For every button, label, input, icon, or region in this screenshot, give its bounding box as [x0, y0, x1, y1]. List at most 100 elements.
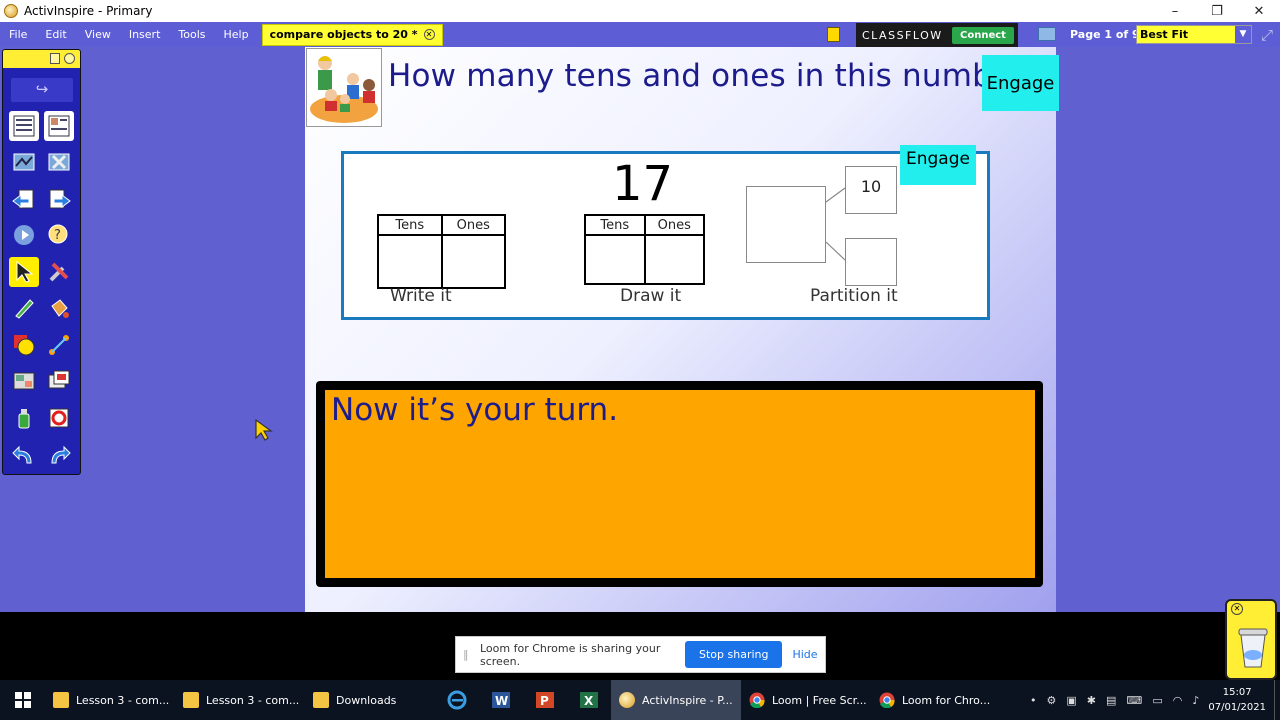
next-page-icon[interactable] [44, 185, 74, 215]
page-browser-icon[interactable] [1038, 27, 1056, 41]
folder-icon [313, 692, 329, 708]
eraser-spray-icon[interactable] [9, 403, 39, 433]
taskbar-edge[interactable] [435, 680, 479, 720]
toolbox-header[interactable] [3, 50, 80, 68]
close-tab-icon[interactable]: ✕ [423, 29, 435, 40]
share-icon[interactable]: ↪ [11, 78, 73, 102]
taskbar: Lesson 3 - com... Lesson 3 - com... Down… [0, 680, 1280, 720]
minimize-toolbox-icon[interactable] [64, 53, 75, 64]
desktop-annotate-icon[interactable] [9, 147, 39, 177]
select-pointer-icon[interactable] [9, 257, 39, 287]
pen-icon[interactable] [9, 293, 39, 323]
chrome-icon [879, 692, 895, 708]
stop-sharing-button[interactable]: Stop sharing [685, 641, 783, 668]
battery-icon[interactable]: ▭ [1152, 694, 1162, 707]
folder-icon [183, 692, 199, 708]
shape-icon[interactable] [9, 330, 39, 360]
powerpoint-icon: P [536, 692, 554, 708]
close-button[interactable]: ✕ [1238, 0, 1280, 22]
fill-bucket-icon[interactable] [44, 293, 74, 323]
tens-cell [379, 236, 441, 287]
tools-settings-icon[interactable] [44, 147, 74, 177]
menu-tools[interactable]: Tools [169, 22, 214, 47]
connector-icon[interactable] [44, 330, 74, 360]
trash-can-panel[interactable]: ✕ [1225, 599, 1277, 680]
menu-view[interactable]: View [76, 22, 120, 47]
bluetooth-icon[interactable]: ✱ [1087, 694, 1096, 707]
windows-icon [14, 692, 31, 708]
close-trash-icon[interactable]: ✕ [1231, 603, 1243, 615]
taskbar-item-loom-chrome[interactable]: Loom for Chro... [871, 680, 1001, 720]
resource-library-icon[interactable] [44, 111, 74, 141]
play-icon[interactable] [9, 220, 39, 250]
minimize-button[interactable]: – [1154, 0, 1196, 22]
drag-handle-icon[interactable]: ‖ [463, 648, 475, 661]
document-tab[interactable]: compare objects to 20 * ✕ [261, 23, 443, 46]
start-button[interactable] [0, 680, 45, 720]
insert-media-icon[interactable] [9, 366, 39, 396]
notes-icon[interactable] [827, 27, 840, 42]
taskbar-word[interactable]: W [479, 680, 523, 720]
partition-whole-box [746, 186, 826, 263]
engage-label-top: Engage [982, 55, 1059, 111]
reset-page-icon[interactable] [44, 403, 74, 433]
connect-button[interactable]: Connect [952, 26, 1014, 44]
svg-text:P: P [540, 694, 549, 708]
fullscreen-icon[interactable]: ⤢ [1258, 26, 1276, 44]
chevron-down-icon[interactable]: ▼ [1235, 26, 1251, 43]
microphone-icon[interactable]: • [1030, 694, 1037, 707]
taskbar-item-label: Lesson 3 - com... [76, 693, 170, 707]
settings-gear-icon[interactable]: ⚙ [1047, 694, 1057, 707]
folder-icon [53, 692, 69, 708]
taskbar-item-activinspire[interactable]: ActivInspire - P... [611, 680, 741, 720]
activinspire-app-icon [4, 4, 18, 18]
taskbar-item-label: Loom | Free Scr... [772, 693, 867, 707]
taskbar-powerpoint[interactable]: P [523, 680, 567, 720]
shield-icon[interactable]: ▣ [1066, 694, 1076, 707]
draw-it-caption: Draw it [620, 286, 682, 306]
ones-header: Ones [440, 216, 505, 234]
ones-cell [643, 236, 704, 283]
activinspire-icon [619, 692, 635, 708]
taskbar-excel[interactable]: X [567, 680, 611, 720]
svg-text:W: W [495, 694, 508, 708]
engage-label-box: Engage [900, 145, 976, 185]
hide-link[interactable]: Hide [792, 648, 817, 661]
undo-icon[interactable] [9, 440, 39, 470]
volume-icon[interactable]: ♪ [1192, 694, 1199, 707]
previous-page-icon[interactable] [9, 185, 39, 215]
pin-icon[interactable] [50, 53, 60, 64]
help-search-icon[interactable]: ? [44, 220, 74, 250]
menu-help[interactable]: Help [215, 22, 258, 47]
show-desktop-button[interactable] [1274, 680, 1280, 720]
redo-icon[interactable] [44, 440, 74, 470]
keyboard-icon[interactable]: ⌨ [1126, 694, 1142, 707]
clock-date: 07/01/2021 [1208, 702, 1266, 713]
taskbar-item-downloads[interactable]: Downloads [305, 680, 435, 720]
system-tray: • ⚙ ▣ ✱ ▤ ⌨ ▭ ◠ ♪ 15:07 07/01/2021 [1025, 680, 1280, 720]
wifi-icon[interactable]: ◠ [1173, 694, 1183, 707]
camera-icon[interactable] [44, 366, 74, 396]
zoom-select[interactable]: Best Fit ▼ [1136, 25, 1252, 44]
your-turn-text: Now it’s your turn. [331, 392, 619, 428]
menu-file[interactable]: File [0, 22, 36, 47]
taskbar-item-loom-free[interactable]: Loom | Free Scr... [741, 680, 871, 720]
restore-button[interactable]: ❐ [1196, 0, 1238, 22]
edge-icon [447, 690, 467, 710]
flipchart-browser-icon[interactable] [9, 111, 39, 141]
example-number: 17 [612, 156, 674, 212]
page-heading: How many tens and ones in this number? [388, 58, 1041, 94]
menu-insert[interactable]: Insert [120, 22, 170, 47]
clock[interactable]: 15:07 07/01/2021 [1208, 685, 1266, 715]
ones-header: Ones [643, 216, 704, 234]
taskbar-item-label: Lesson 3 - com... [206, 693, 300, 707]
menu-edit[interactable]: Edit [36, 22, 75, 47]
write-it-caption: Write it [390, 286, 452, 306]
clock-time: 15:07 [1222, 687, 1252, 698]
taskbar-item-lesson3-b[interactable]: Lesson 3 - com... [175, 680, 305, 720]
trash-can-icon [1238, 628, 1268, 668]
tools-wrench-icon[interactable] [44, 257, 74, 287]
ones-cell [440, 236, 505, 287]
network-drive-icon[interactable]: ▤ [1106, 694, 1116, 707]
taskbar-item-lesson3-a[interactable]: Lesson 3 - com... [45, 680, 175, 720]
